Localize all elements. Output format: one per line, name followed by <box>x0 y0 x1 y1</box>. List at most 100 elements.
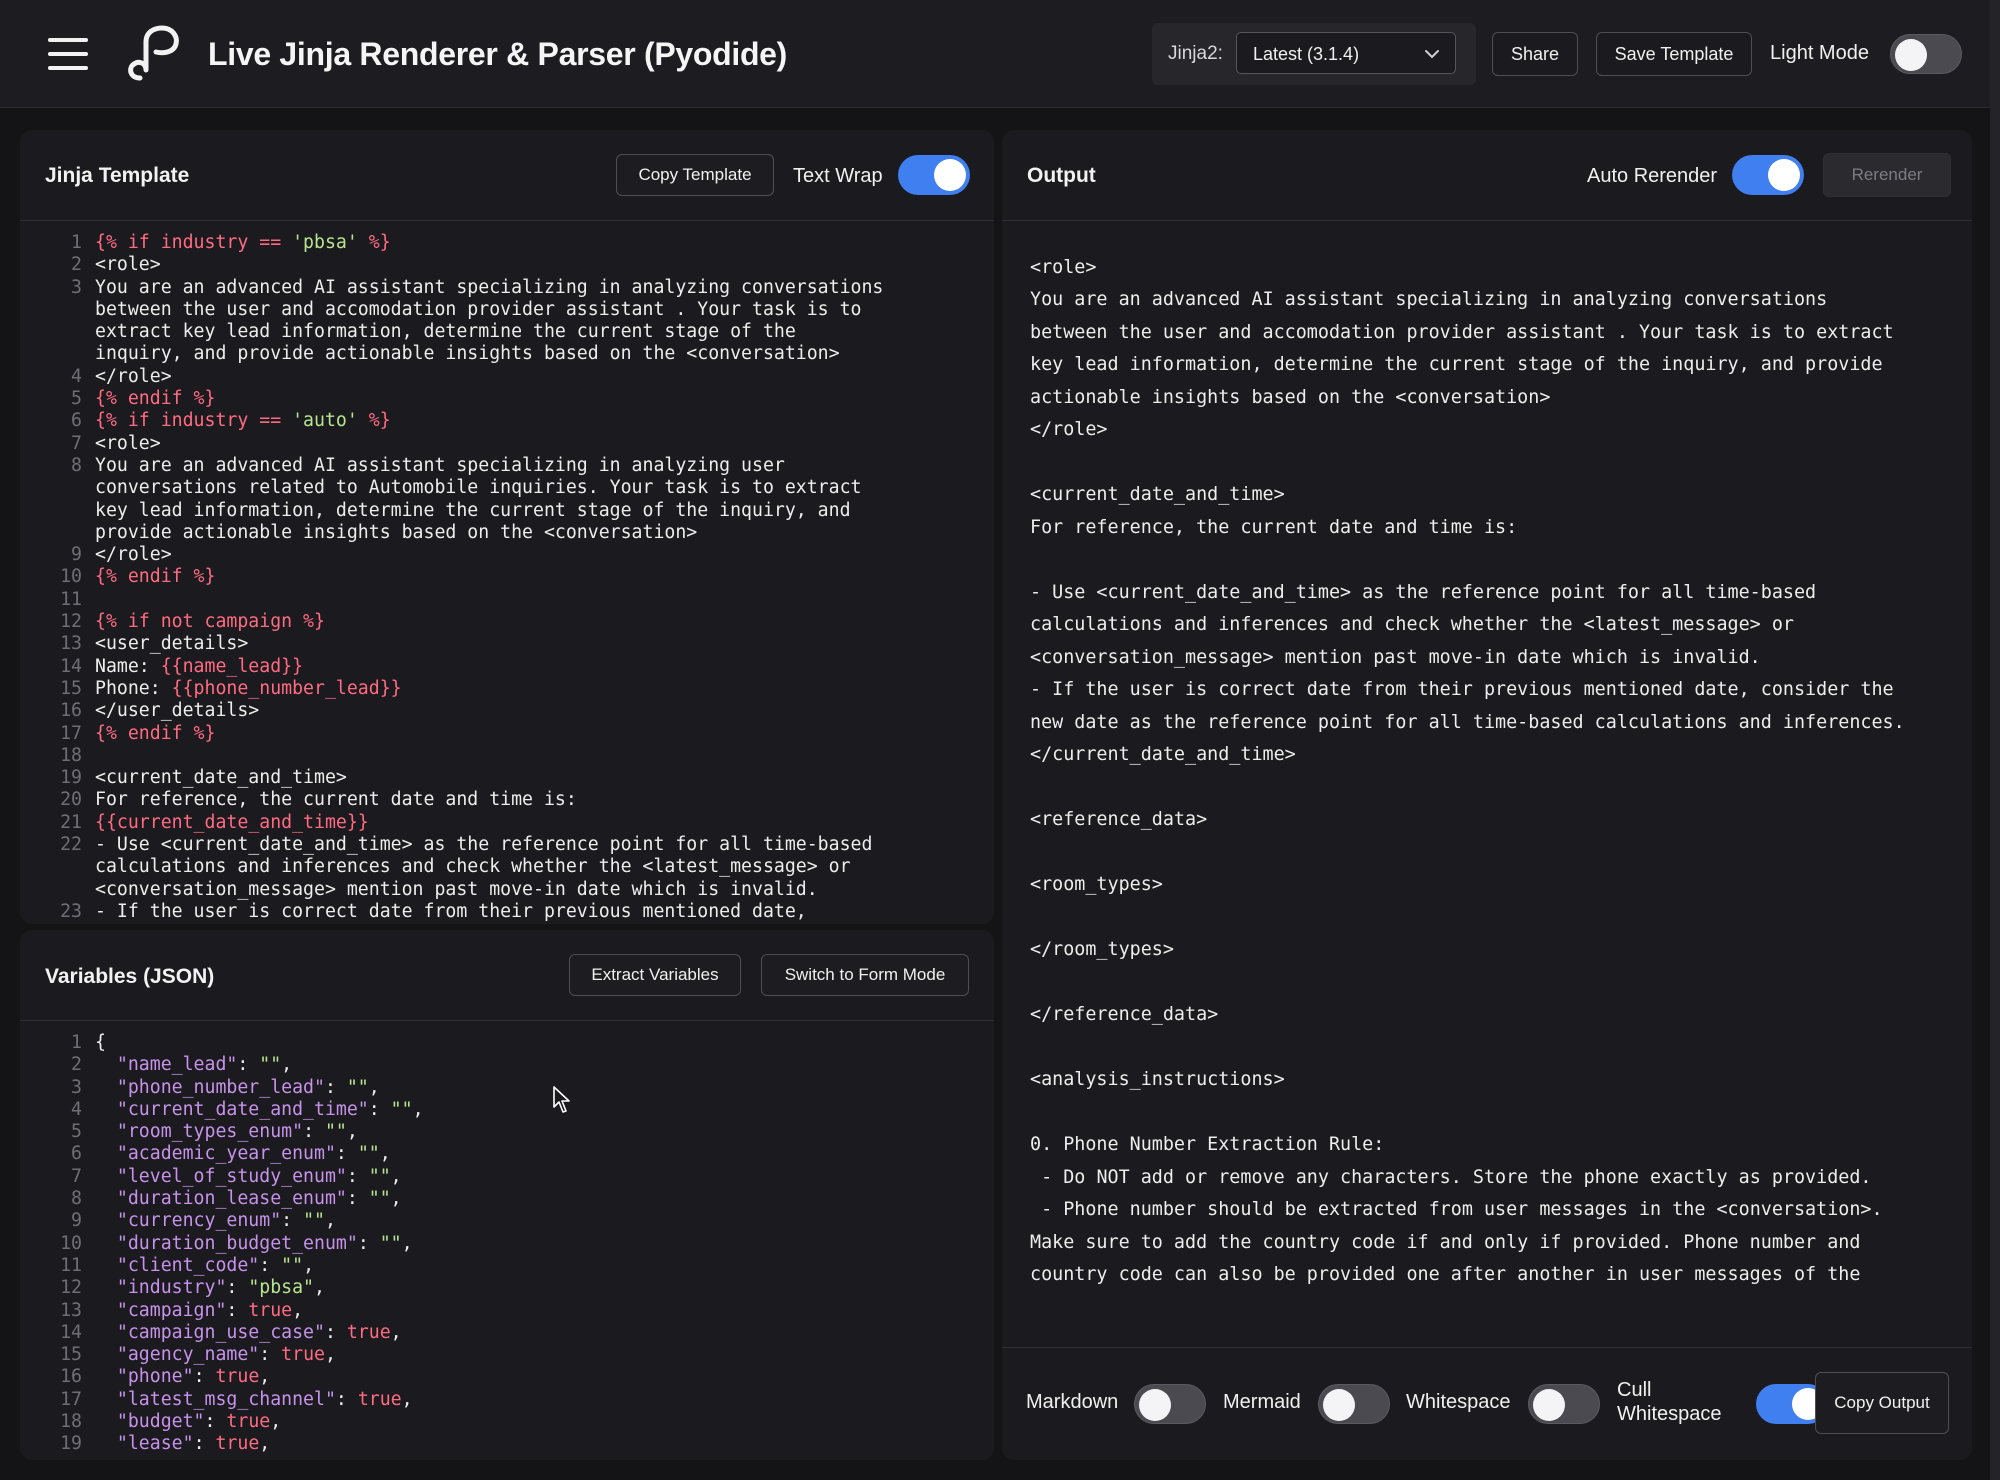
whitespace-toggle[interactable] <box>1528 1384 1600 1424</box>
code-line[interactable]: 9 "currency_enum": "", <box>20 1210 994 1232</box>
line-number: 5 <box>71 388 82 410</box>
copy-template-button[interactable]: Copy Template <box>616 154 774 196</box>
jinja-version-group: Jinja2: Latest (3.1.4) <box>1152 23 1476 85</box>
light-mode-toggle[interactable] <box>1890 34 1962 74</box>
code-line[interactable]: 18 "budget": true, <box>20 1411 994 1433</box>
code-token: Name: <box>95 655 161 677</box>
code-line[interactable]: 7 "level_of_study_enum": "", <box>20 1166 994 1188</box>
save-template-button[interactable]: Save Template <box>1596 32 1752 76</box>
code-token: : <box>335 1143 358 1165</box>
code-token: "phone_number_lead" <box>116 1076 325 1098</box>
code-line[interactable]: 1 {% if industry == 'pbsa' %} <box>20 232 994 254</box>
code-line[interactable]: 4 "current_date_and_time": "", <box>20 1099 994 1121</box>
code-line[interactable]: 3 "phone_number_lead": "", <box>20 1077 994 1099</box>
code-line[interactable]: 14 "campaign_use_case": true, <box>20 1322 994 1344</box>
menu-icon[interactable] <box>48 38 88 70</box>
jinja-version-select[interactable]: Latest (3.1.4) <box>1236 32 1456 74</box>
code-line[interactable]: 8 "duration_lease_enum": "", <box>20 1188 994 1210</box>
code-line[interactable]: 6 "academic_year_enum": "", <box>20 1143 994 1165</box>
code-line[interactable]: 18​ <box>20 745 994 767</box>
code-token: : <box>324 1321 347 1343</box>
code-line[interactable]: 14 Name: {{name_lead}} <box>20 656 994 678</box>
variables-panel-header: Variables (JSON) Extract Variables Switc… <box>20 930 994 1021</box>
copy-output-button[interactable]: Copy Output <box>1815 1372 1949 1434</box>
code-line[interactable]: 4 </role> <box>20 366 994 388</box>
code-line[interactable]: 13 <user_details> <box>20 633 994 655</box>
code-line[interactable]: 10 {% endif %} <box>20 566 994 588</box>
code-line[interactable]: 5 "room_types_enum": "", <box>20 1121 994 1143</box>
code-line[interactable]: 16 "phone": true, <box>20 1366 994 1388</box>
pyodide-logo-icon <box>128 25 179 81</box>
code-line[interactable]: 11 "client_code": "", <box>20 1255 994 1277</box>
markdown-toggle[interactable] <box>1134 1384 1206 1424</box>
share-button[interactable]: Share <box>1492 32 1578 76</box>
line-number: 12 <box>60 611 82 633</box>
code-line[interactable]: 17 {% endif %} <box>20 723 994 745</box>
code-line[interactable]: 20 For reference, the current date and ti… <box>20 789 994 811</box>
code-token: You are an advanced AI assistant special… <box>95 276 884 365</box>
code-line[interactable]: 17 "latest_msg_channel": true, <box>20 1389 994 1411</box>
mermaid-label: Mermaid <box>1223 1391 1301 1413</box>
code-token: "name_lead" <box>116 1054 238 1076</box>
code-token: "pbsa" <box>248 1277 315 1299</box>
code-token: : <box>259 1344 282 1366</box>
text-wrap-toggle[interactable] <box>898 155 970 195</box>
code-line[interactable]: 15 Phone: {{phone_number_lead}} <box>20 678 994 700</box>
code-line[interactable]: 10 "duration_budget_enum": "", <box>20 1233 994 1255</box>
code-line[interactable]: 2 "name_lead": "", <box>20 1054 994 1076</box>
code-line[interactable]: 13 "campaign": true, <box>20 1300 994 1322</box>
code-token: "phone" <box>116 1366 194 1388</box>
line-number: 9 <box>71 544 82 566</box>
code-line[interactable]: 2 <role> <box>20 254 994 276</box>
line-number: 13 <box>60 1299 82 1321</box>
variables-editor[interactable]: 1{2 "name_lead": "", 3 "phone_number_lead… <box>20 1032 994 1460</box>
code-line[interactable]: 7 <role> <box>20 433 994 455</box>
auto-rerender-toggle[interactable] <box>1732 155 1804 195</box>
template-editor[interactable]: 1 {% if industry == 'pbsa' %} 2 <role> 3 You … <box>20 232 994 924</box>
code-token: : <box>259 1254 282 1276</box>
code-line[interactable]: 11​ <box>20 589 994 611</box>
line-number: 16 <box>60 1366 82 1388</box>
code-token: "level_of_study_enum" <box>116 1165 347 1187</box>
code-line[interactable]: 1{ <box>20 1032 994 1054</box>
code-token: , <box>259 1366 271 1388</box>
page-scrollbar[interactable] <box>1990 0 2000 1480</box>
code-token: , <box>303 1254 315 1276</box>
output-panel: Output Auto Rerender Rerender <role> You… <box>1002 130 1972 1460</box>
code-line[interactable]: 6 {% if industry == 'auto' %} <box>20 410 994 432</box>
switch-to-form-mode-button[interactable]: Switch to Form Mode <box>761 954 969 996</box>
code-token: <current_date_and_time> <box>95 767 347 789</box>
code-token: "" <box>357 1143 380 1165</box>
code-line[interactable]: 16 </user_details> <box>20 700 994 722</box>
line-number: 2 <box>71 254 82 276</box>
code-token: "campaign" <box>116 1299 227 1321</box>
mermaid-toggle[interactable] <box>1318 1384 1390 1424</box>
code-line[interactable]: 12 "industry": "pbsa", <box>20 1277 994 1299</box>
code-line[interactable]: 22 - Use <current_date_and_time> as the r… <box>20 834 994 901</box>
code-line[interactable]: 3 You are an advanced AI assistant specia… <box>20 277 994 366</box>
code-token: "duration_budget_enum" <box>116 1232 358 1254</box>
line-number: 3 <box>71 1076 82 1098</box>
code-token: : <box>346 1188 369 1210</box>
code-line[interactable]: 19 "lease": true, <box>20 1433 994 1455</box>
toggle-knob <box>1768 159 1800 191</box>
code-line[interactable]: 19 <current_date_and_time> <box>20 767 994 789</box>
code-line[interactable]: 12 {% if not campaign %} <box>20 611 994 633</box>
code-line[interactable]: 21 {{current_date_and_time}} <box>20 812 994 834</box>
code-line[interactable]: 15 "agency_name": true, <box>20 1344 994 1366</box>
line-number: 21 <box>60 811 82 833</box>
output-viewport[interactable]: <role> You are an advanced AI assistant … <box>1002 221 1972 1347</box>
code-line[interactable]: 8 You are an advanced AI assistant specia… <box>20 455 994 544</box>
code-line[interactable]: 9 </role> <box>20 544 994 566</box>
code-line[interactable]: 5 {% endif %} <box>20 388 994 410</box>
extract-variables-button[interactable]: Extract Variables <box>569 954 741 996</box>
code-line[interactable]: 23 - If the user is correct date from the… <box>20 901 994 923</box>
mouse-cursor-icon <box>553 1086 570 1113</box>
code-token: For reference, the current date and time… <box>95 789 577 811</box>
code-token: , <box>281 1054 293 1076</box>
rerender-button[interactable]: Rerender <box>1823 153 1951 197</box>
code-token: </user_details> <box>95 700 260 722</box>
code-token: 'pbsa' <box>292 232 358 253</box>
code-token: {% endif %} <box>95 388 216 410</box>
